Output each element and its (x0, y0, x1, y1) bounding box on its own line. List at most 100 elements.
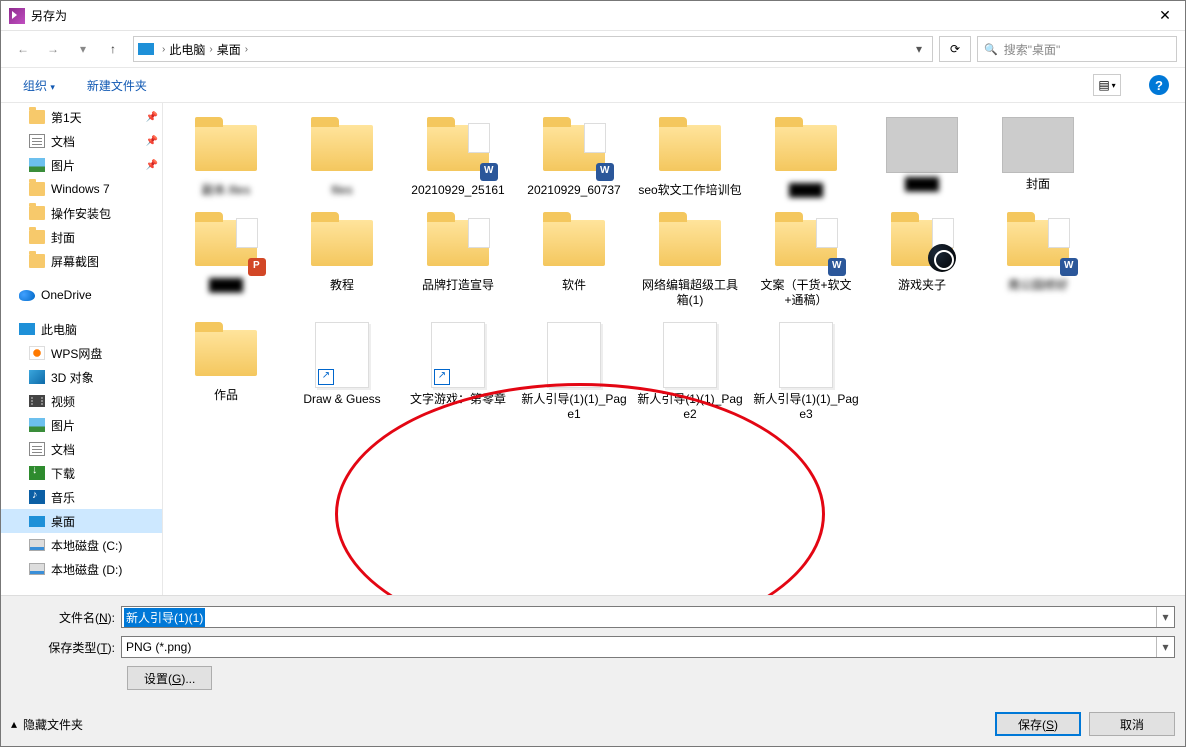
thumbnail (538, 212, 610, 274)
file-label: 文字游戏：第零章 (410, 392, 506, 407)
new-folder-button[interactable]: 新建文件夹 (81, 75, 153, 96)
file-label: 作品 (214, 388, 238, 403)
thumbnail (190, 212, 262, 274)
sidebar-item[interactable]: Windows 7 (1, 177, 162, 201)
nav-history-button[interactable] (69, 35, 97, 63)
file-label: 20210929_25161 (411, 183, 504, 198)
file-item[interactable]: 新人引导(1)(1)_Page3 (751, 318, 861, 426)
sidebar-item[interactable]: 下载 (1, 461, 162, 485)
thumbnail (1002, 117, 1074, 173)
nav-up-button[interactable] (99, 35, 127, 63)
file-label: 品牌打造宣导 (422, 278, 494, 293)
file-item[interactable]: 网络编辑超级工具箱(1) (635, 208, 745, 312)
file-item[interactable]: seo软文工作培训包 (635, 113, 745, 202)
sidebar-item-label: 屏幕截图 (51, 253, 99, 270)
sidebar-item[interactable]: 本地磁盘 (D:) (1, 557, 162, 581)
footer: 隐藏文件夹 保存(S) 取消 (1, 702, 1185, 746)
breadcrumb-item[interactable]: 桌面 (217, 41, 241, 58)
file-item[interactable]: 封面 (983, 113, 1093, 202)
file-item[interactable]: 教程 (287, 208, 397, 312)
thumbnail (431, 322, 485, 388)
filetype-select[interactable]: PNG (*.png) (121, 636, 1175, 658)
sidebar-item[interactable]: 此电脑 (1, 317, 162, 341)
sidebar-item[interactable]: 3D 对象 (1, 365, 162, 389)
sidebar-item[interactable]: OneDrive (1, 283, 162, 307)
breadcrumb-item[interactable]: 此电脑 (169, 41, 205, 58)
filetype-value: PNG (*.png) (126, 640, 191, 654)
sidebar-item[interactable]: 本地磁盘 (C:) (1, 533, 162, 557)
thumbnail (654, 117, 726, 179)
chevron-down-icon (1112, 81, 1116, 90)
thumbnail (886, 117, 958, 173)
music-icon (29, 490, 45, 504)
sidebar-item[interactable]: 桌面 (1, 509, 162, 533)
toolbar: 组织 新建文件夹 ? (1, 67, 1185, 103)
sidebar-item[interactable]: 第1天📌 (1, 105, 162, 129)
sidebar-item[interactable]: 音乐 (1, 485, 162, 509)
save-button[interactable]: 保存(S) (995, 712, 1081, 736)
file-item[interactable]: 文字游戏：第零章 (403, 318, 513, 426)
file-item[interactable]: 新人引导(1)(1)_Page1 (519, 318, 629, 426)
close-icon[interactable] (1153, 7, 1177, 24)
breadcrumb[interactable]: › 此电脑 › 桌面 › (133, 36, 933, 62)
file-item[interactable]: ████ (751, 113, 861, 202)
thumbnail (1002, 212, 1074, 274)
organize-button[interactable]: 组织 (17, 75, 61, 96)
file-label: 文案（干货+软文+通稿） (753, 278, 859, 308)
file-item[interactable]: 作品 (171, 318, 281, 426)
filename-label: 文件名(N): (11, 609, 121, 626)
file-item[interactable]: 游戏夹子 (867, 208, 977, 312)
sidebar-item[interactable]: WPS网盘 (1, 341, 162, 365)
onedrive-icon (19, 290, 35, 301)
filename-input[interactable]: 新人引导(1)(1) (121, 606, 1175, 628)
file-item[interactable]: ████ (171, 208, 281, 312)
sidebar-item[interactable]: 视频 (1, 389, 162, 413)
file-item[interactable]: Draw & Guess (287, 318, 397, 426)
folder-icon (29, 254, 45, 268)
settings-button[interactable]: 设置(G)... (127, 666, 212, 690)
sidebar-item-label: 封面 (51, 229, 75, 246)
sidebar-item[interactable]: 文档 (1, 437, 162, 461)
file-item[interactable]: 软件 (519, 208, 629, 312)
sidebar-item[interactable]: 操作安装包 (1, 201, 162, 225)
sidebar-item-label: 音乐 (51, 489, 75, 506)
nav-forward-button[interactable] (39, 35, 67, 63)
folder-icon (29, 206, 45, 220)
view-button[interactable] (1093, 74, 1121, 96)
chevron-right-icon: › (245, 44, 248, 55)
sidebar-item[interactable]: 封面 (1, 225, 162, 249)
thumbnail (190, 322, 262, 384)
sidebar-item[interactable]: 图片📌 (1, 153, 162, 177)
search-placeholder: 搜索"桌面" (1004, 41, 1061, 58)
nav-back-button[interactable] (9, 35, 37, 63)
thumbnail (663, 322, 717, 388)
folder-icon (29, 110, 45, 124)
cancel-button[interactable]: 取消 (1089, 712, 1175, 736)
file-item[interactable]: 20210929_25161 (403, 113, 513, 202)
file-item[interactable]: ████ (867, 113, 977, 202)
help-button[interactable]: ? (1149, 75, 1169, 95)
navbar: › 此电脑 › 桌面 › 搜索"桌面" (1, 31, 1185, 67)
file-item[interactable]: 品牌打造宣导 (403, 208, 513, 312)
chevron-down-icon[interactable] (1156, 607, 1174, 627)
thumbnail (654, 212, 726, 274)
search-input[interactable]: 搜索"桌面" (977, 36, 1177, 62)
breadcrumb-dropdown[interactable] (910, 42, 928, 56)
hide-folders-toggle[interactable]: 隐藏文件夹 (11, 716, 83, 733)
sidebar-item[interactable]: 图片 (1, 413, 162, 437)
disk-icon (29, 563, 45, 575)
file-item[interactable]: 文案（干货+软文+通稿） (751, 208, 861, 312)
file-label: 游戏夹子 (898, 278, 946, 293)
file-item[interactable]: 新人引导(1)(1)_Page2 (635, 318, 745, 426)
file-item[interactable]: 20210929_60737 (519, 113, 629, 202)
file-item[interactable]: 副本.files (171, 113, 281, 202)
view-icon (1098, 78, 1109, 92)
chevron-down-icon[interactable] (1156, 637, 1174, 657)
file-item[interactable]: files (287, 113, 397, 202)
app-icon (9, 8, 25, 24)
refresh-button[interactable] (939, 36, 971, 62)
sidebar-item[interactable]: 文档📌 (1, 129, 162, 153)
sidebar-item-label: 图片 (51, 157, 75, 174)
file-item[interactable]: 南公园修好 (983, 208, 1093, 312)
sidebar-item[interactable]: 屏幕截图 (1, 249, 162, 273)
